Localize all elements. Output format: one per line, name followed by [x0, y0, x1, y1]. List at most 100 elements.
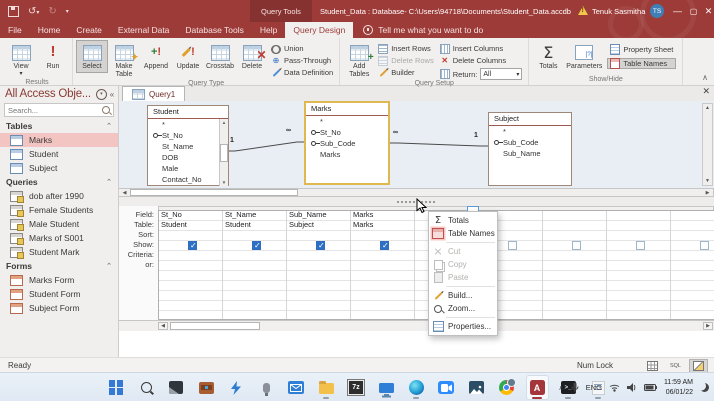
maximize-button[interactable]: ▢: [686, 0, 701, 22]
clock[interactable]: 11:59 AM 06/01/22: [664, 378, 693, 396]
show-checkbox[interactable]: [700, 241, 709, 250]
select-query-button[interactable]: Select: [76, 40, 108, 73]
field-row[interactable]: Sub_Code: [306, 138, 388, 149]
bolt-app[interactable]: [226, 376, 247, 399]
start-button[interactable]: [106, 376, 127, 399]
tab-create[interactable]: Create: [68, 22, 110, 38]
field-cell[interactable]: Sub_Name: [289, 210, 349, 220]
show-checkbox[interactable]: [636, 241, 645, 250]
tab-database-tools[interactable]: Database Tools: [177, 22, 251, 38]
design-table-subject[interactable]: Subject * Sub_Code Sub_Name: [488, 112, 572, 186]
field-cell[interactable]: St_Name: [225, 210, 285, 220]
design-table-student[interactable]: Student * St_No St_Name DOB Male Contact…: [147, 105, 229, 186]
show-checkbox[interactable]: [316, 241, 325, 250]
show-checkbox[interactable]: [252, 241, 261, 250]
field-row[interactable]: St_No: [306, 127, 388, 138]
menu-item-build[interactable]: Build...: [429, 289, 497, 302]
parameters-button[interactable]: [?] Parameters: [564, 40, 604, 73]
delete-rows-button[interactable]: Delete Rows: [378, 56, 434, 65]
field-row[interactable]: *: [489, 126, 571, 137]
property-sheet-button[interactable]: Property Sheet: [607, 44, 676, 55]
nav-item-student-mark[interactable]: Student Mark: [0, 245, 118, 259]
field-cell[interactable]: St_No: [161, 210, 221, 220]
crosstab-button[interactable]: Crosstab: [204, 40, 236, 73]
field-row[interactable]: St_Name: [148, 141, 220, 152]
table-cell[interactable]: Student: [225, 220, 285, 230]
show-checkbox[interactable]: [508, 241, 517, 250]
nav-group-forms[interactable]: Forms ⌃: [0, 259, 118, 273]
close-button[interactable]: ✕: [701, 0, 714, 22]
nav-group-queries[interactable]: Queries ⌃: [0, 175, 118, 189]
7zip-app[interactable]: 7z: [346, 376, 367, 399]
make-table-button[interactable]: ✦ Make Table: [108, 40, 140, 80]
menu-item-table-names[interactable]: Table Names: [429, 227, 497, 240]
data-definition-button[interactable]: Data Definition: [271, 68, 333, 77]
scroll-left-icon[interactable]: ◀: [158, 322, 168, 330]
update-button[interactable]: ! Update: [172, 40, 204, 73]
microphone-tray-icon[interactable]: [571, 382, 579, 393]
nav-item-student[interactable]: Student: [0, 147, 118, 161]
delete-query-button[interactable]: ✕ Delete: [236, 40, 268, 73]
nav-item-dob-after-1990[interactable]: dob after 1990: [0, 189, 118, 203]
show-hidden-icons-button[interactable]: ∧: [559, 384, 564, 392]
table-scrollbar[interactable]: ▲ ▼: [219, 119, 228, 186]
photos-app[interactable]: [466, 376, 487, 399]
field-row[interactable]: DOB: [148, 152, 220, 163]
menu-item-paste[interactable]: Paste: [429, 271, 497, 284]
tell-me-box[interactable]: Tell me what you want to do: [363, 22, 483, 38]
nav-item-marks-form[interactable]: Marks Form: [0, 273, 118, 287]
field-cell[interactable]: Marks: [353, 210, 413, 220]
nav-item-female-students[interactable]: Female Students: [0, 203, 118, 217]
work-folders-app[interactable]: [196, 376, 217, 399]
redo-button[interactable]: ↻: [48, 6, 56, 17]
field-row[interactable]: St_No: [148, 130, 220, 141]
undo-button[interactable]: ↺▾: [28, 6, 39, 17]
display-app[interactable]: [376, 376, 397, 399]
menu-item-copy[interactable]: Copy: [429, 258, 497, 271]
video-call-app[interactable]: [436, 376, 457, 399]
collapse-group-icon[interactable]: ⌃: [106, 262, 112, 270]
nav-item-subject-form[interactable]: Subject Form: [0, 301, 118, 315]
scroll-left-icon[interactable]: ◀: [120, 189, 129, 196]
scroll-right-icon[interactable]: ▶: [703, 189, 712, 196]
sql-view-button[interactable]: SQL: [666, 359, 685, 373]
close-document-icon[interactable]: ✕: [702, 87, 710, 96]
view-button[interactable]: View▾: [5, 40, 37, 79]
collapse-group-icon[interactable]: ⌃: [106, 122, 112, 130]
access-app[interactable]: A: [526, 375, 549, 400]
append-button[interactable]: +! Append: [140, 40, 172, 73]
insert-columns-button[interactable]: Insert Columns: [440, 44, 523, 53]
field-row[interactable]: *: [148, 119, 220, 130]
avatar[interactable]: TS: [650, 4, 664, 18]
tab-file[interactable]: File: [0, 22, 30, 38]
datasheet-view-button[interactable]: [643, 359, 662, 373]
focus-assist-icon[interactable]: [700, 383, 709, 392]
show-checkbox[interactable]: [572, 241, 581, 250]
field-row[interactable]: Male: [148, 163, 220, 174]
mail-app[interactable]: [286, 376, 307, 399]
nav-item-male-student[interactable]: Male Student: [0, 217, 118, 231]
field-row[interactable]: Marks: [306, 149, 388, 160]
shutter-close-icon[interactable]: «: [110, 90, 114, 99]
user-name[interactable]: Tenuk Sasmitha: [592, 0, 645, 22]
collapse-group-icon[interactable]: ⌃: [106, 178, 112, 186]
builder-button[interactable]: Builder: [378, 68, 434, 77]
field-row[interactable]: Sub_Name: [489, 148, 571, 159]
add-tables-button[interactable]: + Add Tables: [343, 40, 375, 80]
collapse-ribbon-icon[interactable]: ∧: [702, 73, 708, 82]
mic-device-app[interactable]: [256, 376, 277, 399]
design-table-marks[interactable]: Marks * St_No Sub_Code Marks: [304, 101, 390, 185]
edge-browser[interactable]: [406, 376, 427, 399]
save-icon[interactable]: [8, 6, 19, 17]
grid-horizontal-scrollbar[interactable]: ◀ ▶: [118, 320, 714, 331]
menu-item-properties[interactable]: Properties...: [429, 320, 497, 333]
chrome-browser[interactable]: [496, 376, 517, 399]
wifi-icon[interactable]: [609, 383, 620, 392]
design-view-button[interactable]: [689, 359, 708, 373]
scrollbar-thumb[interactable]: [170, 322, 260, 330]
table-names-button[interactable]: Table Names: [607, 58, 676, 69]
menu-item-cut[interactable]: Cut: [429, 245, 497, 258]
query-design-surface[interactable]: 1 ∞ ∞ 1 Student * St_No St_Name DOB Male…: [118, 101, 714, 188]
warning-icon[interactable]: [578, 6, 588, 15]
scroll-down-icon[interactable]: ▼: [705, 178, 710, 184]
